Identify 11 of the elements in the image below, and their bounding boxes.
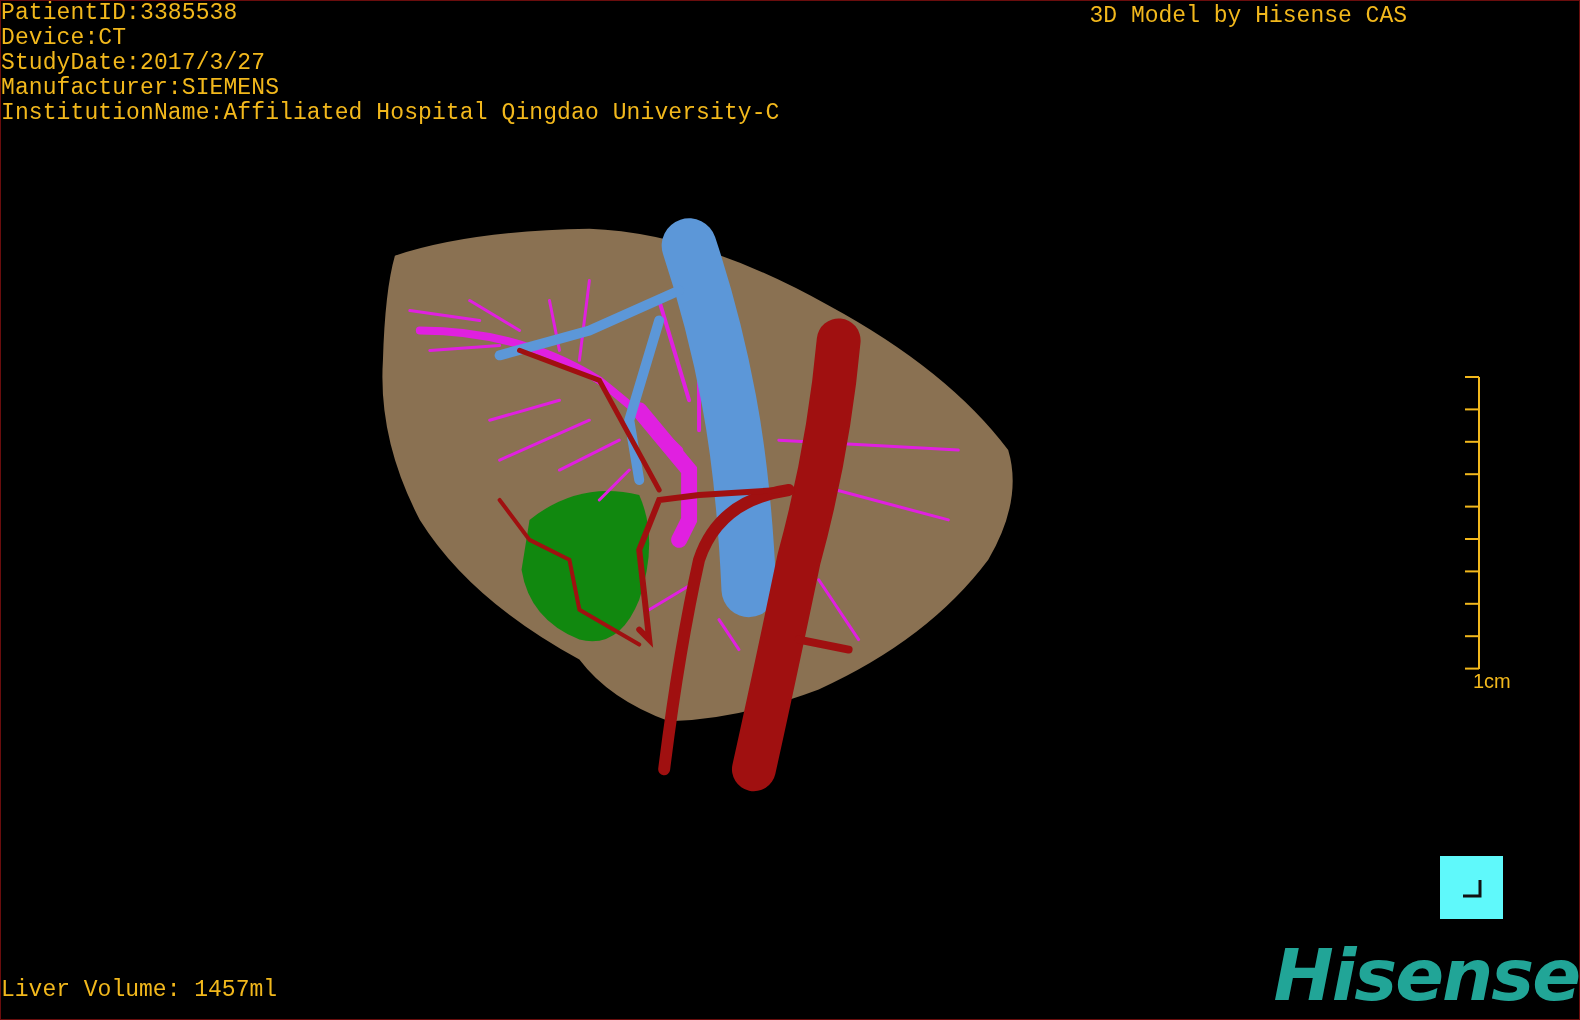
patient-info-line: Manufacturer:SIEMENS (1, 76, 281, 101)
patient-info-line: PatientID:3385538 (1, 1, 239, 26)
patient-info-line: StudyDate:2017/3/27 (1, 51, 267, 76)
scale-bar-icon (1463, 376, 1483, 670)
liver-volume: Liver Volume: 1457ml (1, 978, 278, 1003)
scale-label: 1cm (1473, 670, 1511, 692)
patient-info-line: Device:CT (1, 26, 128, 51)
brand-logo: Hisense (1273, 943, 1579, 1007)
patient-info-line: InstitutionName:Affiliated Hospital Qingdao University-C (1, 101, 780, 126)
corner-button[interactable] (1440, 856, 1503, 919)
model-title: 3D Model by Hisense CAS (1089, 2, 1407, 31)
